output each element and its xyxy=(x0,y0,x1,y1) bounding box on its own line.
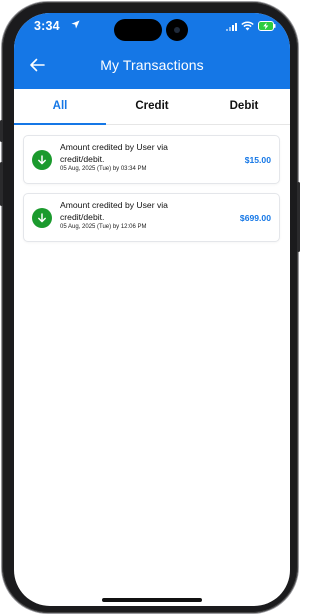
status-time: 3:34 xyxy=(34,19,60,33)
credit-indicator xyxy=(32,208,52,228)
credit-indicator xyxy=(32,150,52,170)
tab-all[interactable]: All xyxy=(14,89,106,125)
power-button xyxy=(297,182,300,252)
transaction-card[interactable]: Amount credited by User via credit/debit… xyxy=(23,135,280,184)
tab-debit[interactable]: Debit xyxy=(198,89,290,124)
battery-charging-icon xyxy=(258,21,276,31)
home-indicator[interactable] xyxy=(102,598,202,602)
app-header: My Transactions xyxy=(14,43,290,89)
wifi-icon xyxy=(241,21,254,31)
front-camera xyxy=(166,19,188,41)
transaction-list: Amount credited by User via credit/debit… xyxy=(23,135,280,251)
dynamic-island xyxy=(114,19,162,41)
page-title: My Transactions xyxy=(100,57,204,73)
transaction-card[interactable]: Amount credited by User via credit/debit… xyxy=(23,193,280,242)
transaction-date: 05 Aug, 2025 (Tue) by 12:06 PM xyxy=(60,224,147,230)
tab-credit[interactable]: Credit xyxy=(106,89,198,124)
arrow-down-icon xyxy=(38,213,46,223)
signal-icon xyxy=(226,23,237,31)
arrow-down-icon xyxy=(38,155,46,165)
screen: 3:34 My Transactions All Credit Debit Am… xyxy=(14,13,290,606)
transaction-description: Amount credited by User via credit/debit… xyxy=(60,200,168,222)
location-arrow-icon xyxy=(71,20,80,29)
transaction-description: Amount credited by User via credit/debit… xyxy=(60,142,168,164)
silent-switch xyxy=(0,120,3,142)
transaction-amount: $699.00 xyxy=(239,213,271,223)
phone-frame: 3:34 My Transactions All Credit Debit Am… xyxy=(0,2,300,613)
volume-up-button xyxy=(0,162,3,206)
transaction-date: 05 Aug, 2025 (Tue) by 03:34 PM xyxy=(60,166,147,172)
transaction-amount: $15.00 xyxy=(244,155,271,165)
status-bar: 3:34 xyxy=(14,13,290,43)
transaction-tabs: All Credit Debit xyxy=(14,89,290,125)
